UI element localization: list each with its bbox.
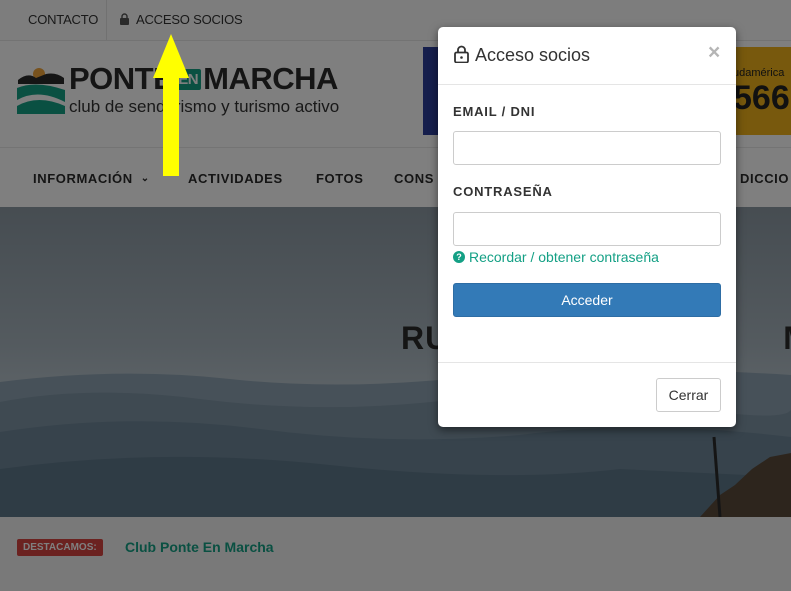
email-label: EMAIL / DNI [453,104,536,119]
modal-header: Acceso socios × [438,27,736,85]
close-icon[interactable]: × [708,41,720,65]
recover-password-label: Recordar / obtener contraseña [469,249,659,265]
modal-title: Acceso socios [475,45,591,65]
login-modal: Acceso socios × EMAIL / DNI CONTRASEÑA ?… [438,27,736,427]
password-label: CONTRASEÑA [453,184,553,199]
annotation-arrow-icon [153,34,189,176]
password-field[interactable] [453,212,721,246]
email-field[interactable] [453,131,721,165]
lock-icon [454,45,469,63]
modal-footer-divider [438,362,736,363]
recover-password-link[interactable]: ? Recordar / obtener contraseña [453,249,659,265]
close-button[interactable]: Cerrar [656,378,721,412]
question-circle-icon: ? [453,251,465,263]
login-button[interactable]: Acceder [453,283,721,317]
